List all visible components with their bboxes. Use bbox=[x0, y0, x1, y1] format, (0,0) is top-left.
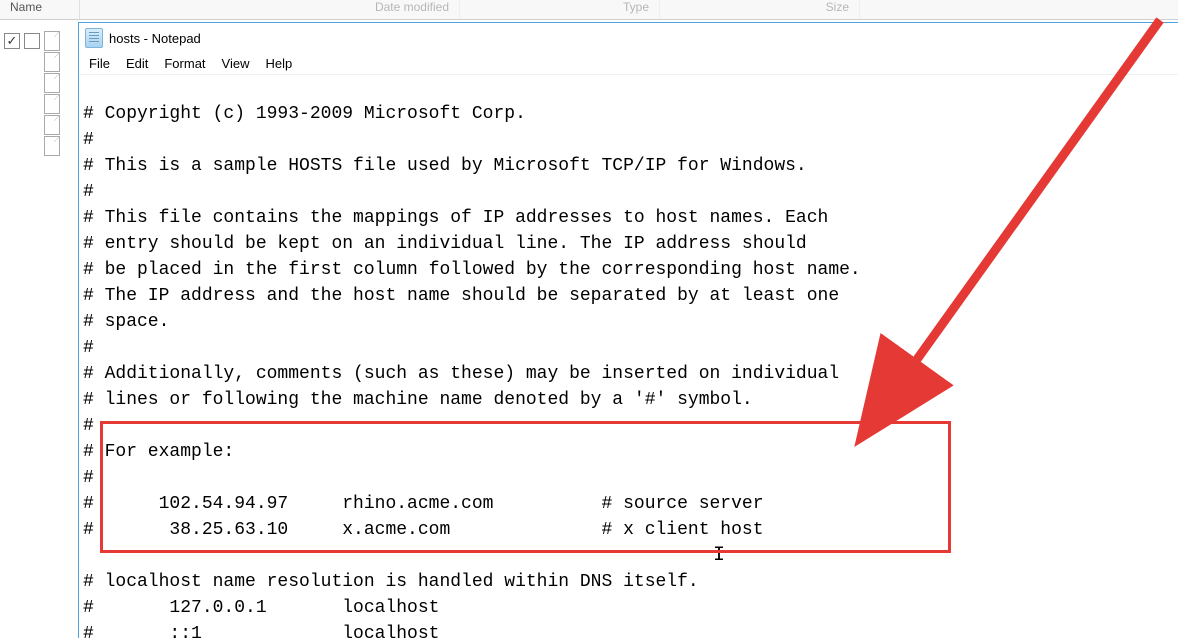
editor-line: # bbox=[83, 416, 94, 436]
editor-line: # 127.0.0.1 localhost bbox=[83, 598, 439, 618]
list-item[interactable] bbox=[0, 135, 80, 156]
editor-line: # Copyright (c) 1993-2009 Microsoft Corp… bbox=[83, 104, 526, 124]
file-icon bbox=[44, 94, 60, 114]
file-icon bbox=[44, 115, 60, 135]
editor-line: # This file contains the mappings of IP … bbox=[83, 208, 828, 228]
editor-line: # be placed in the first column followed… bbox=[83, 260, 861, 280]
checkbox-icon[interactable]: ✓ bbox=[4, 33, 20, 49]
list-item[interactable] bbox=[0, 72, 80, 93]
file-icon bbox=[44, 52, 60, 72]
editor-line: # The IP address and the host name shoul… bbox=[83, 286, 839, 306]
editor-line: # 102.54.94.97 rhino.acme.com # source s… bbox=[83, 494, 764, 514]
editor-line: # Additionally, comments (such as these)… bbox=[83, 364, 839, 384]
list-item[interactable] bbox=[0, 93, 80, 114]
window-title: hosts - Notepad bbox=[109, 31, 201, 46]
notepad-icon bbox=[85, 28, 103, 48]
list-item[interactable] bbox=[0, 51, 80, 72]
header-type[interactable]: Type bbox=[460, 0, 660, 19]
list-item[interactable]: ✓ bbox=[0, 30, 80, 51]
menu-format[interactable]: Format bbox=[156, 54, 213, 73]
explorer-file-column: ✓ bbox=[0, 6, 80, 156]
editor-line: # space. bbox=[83, 312, 169, 332]
editor-line: # entry should be kept on an individual … bbox=[83, 234, 807, 254]
editor-line: # bbox=[83, 130, 94, 150]
menu-view[interactable]: View bbox=[214, 54, 258, 73]
editor-line: # For example: bbox=[83, 442, 234, 462]
editor-line: # lines or following the machine name de… bbox=[83, 390, 753, 410]
checkbox-icon[interactable] bbox=[24, 33, 40, 49]
header-date[interactable]: Date modified bbox=[80, 0, 460, 19]
list-item[interactable] bbox=[0, 114, 80, 135]
menu-edit[interactable]: Edit bbox=[118, 54, 156, 73]
editor-line: # bbox=[83, 338, 94, 358]
editor-line: # bbox=[83, 182, 94, 202]
file-icon bbox=[44, 73, 60, 93]
annotation-arrow-icon bbox=[820, 10, 1178, 450]
editor-line: # localhost name resolution is handled w… bbox=[83, 572, 699, 592]
file-icon bbox=[44, 31, 60, 51]
editor-line: # bbox=[83, 468, 94, 488]
menu-help[interactable]: Help bbox=[257, 54, 300, 73]
file-icon bbox=[44, 136, 60, 156]
editor-line: # 38.25.63.10 x.acme.com # x client host bbox=[83, 520, 764, 540]
editor-line: # This is a sample HOSTS file used by Mi… bbox=[83, 156, 807, 176]
editor-line: # ::1 localhost bbox=[83, 624, 439, 638]
menu-file[interactable]: File bbox=[81, 54, 118, 73]
text-cursor-icon: I bbox=[713, 543, 725, 569]
